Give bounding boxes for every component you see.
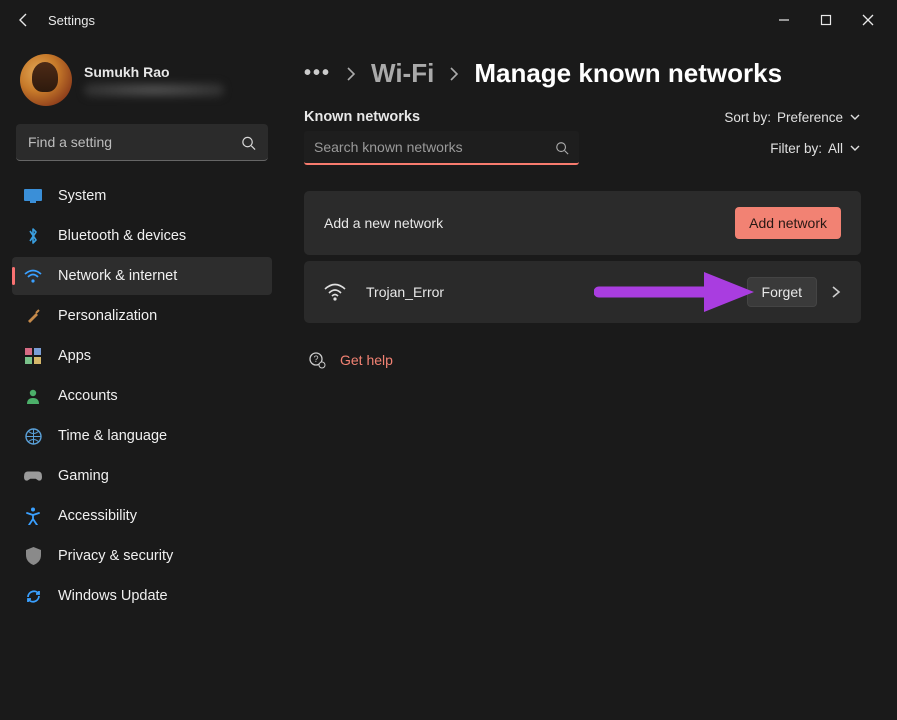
minimize-icon (778, 14, 790, 26)
title-bar: Settings (0, 0, 897, 40)
brush-icon (24, 307, 42, 325)
search-icon (555, 141, 569, 155)
sidebar-item-bluetooth[interactable]: Bluetooth & devices (12, 217, 272, 255)
apps-icon (24, 347, 42, 365)
profile-block[interactable]: Sumukh Rao (12, 48, 272, 118)
wifi-icon (324, 283, 346, 301)
nav-label: Personalization (58, 308, 157, 324)
help-icon: ? (308, 351, 326, 369)
close-icon (862, 14, 874, 26)
minimize-button[interactable] (763, 4, 805, 36)
nav-label: Network & internet (58, 268, 177, 284)
sync-icon (24, 587, 42, 605)
nav-label: Windows Update (58, 588, 168, 604)
sidebar-search (16, 124, 268, 161)
nav-label: Bluetooth & devices (58, 228, 186, 244)
find-setting-input[interactable] (16, 124, 268, 161)
sidebar-item-apps[interactable]: Apps (12, 337, 272, 375)
shield-icon (24, 547, 42, 565)
chevron-down-icon (849, 112, 861, 122)
sidebar-item-gaming[interactable]: Gaming (12, 457, 272, 495)
maximize-button[interactable] (805, 4, 847, 36)
sort-by-label: Sort by: (724, 110, 771, 125)
arrow-left-icon (16, 12, 32, 28)
help-row: ? Get help (304, 351, 861, 369)
sidebar-item-system[interactable]: System (12, 177, 272, 215)
nav-label: Privacy & security (58, 548, 173, 564)
expand-network-button[interactable] (831, 285, 841, 299)
window-title: Settings (48, 13, 95, 28)
annotation-arrow (594, 267, 764, 317)
filter-by-control[interactable]: Filter by: All (770, 141, 861, 156)
nav-label: Apps (58, 348, 91, 364)
maximize-icon (820, 14, 832, 26)
network-ssid: Trojan_Error (366, 284, 444, 300)
sidebar: Sumukh Rao System Bluetooth & devices Ne… (0, 40, 280, 720)
get-help-link[interactable]: Get help (340, 352, 393, 368)
sidebar-item-personalization[interactable]: Personalization (12, 297, 272, 335)
breadcrumb-ellipsis[interactable]: ••• (304, 62, 331, 85)
nav-label: Time & language (58, 428, 167, 444)
sidebar-item-accessibility[interactable]: Accessibility (12, 497, 272, 535)
profile-email-blurred (84, 83, 224, 97)
chevron-right-icon (831, 285, 841, 299)
person-icon (24, 387, 42, 405)
sidebar-item-windows-update[interactable]: Windows Update (12, 577, 272, 615)
add-network-button[interactable]: Add network (735, 207, 841, 239)
add-network-card: Add a new network Add network (304, 191, 861, 255)
chevron-down-icon (849, 143, 861, 153)
sidebar-item-accounts[interactable]: Accounts (12, 377, 272, 415)
profile-name: Sumukh Rao (84, 64, 224, 80)
sort-by-control[interactable]: Sort by: Preference (724, 110, 861, 125)
network-search-wrap (304, 131, 579, 165)
add-network-label: Add a new network (324, 215, 443, 231)
svg-text:?: ? (313, 354, 318, 364)
breadcrumb: ••• Wi-Fi Manage known networks (304, 58, 861, 89)
gamepad-icon (24, 467, 42, 485)
nav-label: System (58, 188, 106, 204)
nav-label: Accessibility (58, 508, 137, 524)
search-icon (241, 135, 256, 150)
globe-icon (24, 427, 42, 445)
back-button[interactable] (8, 4, 40, 36)
search-known-networks-input[interactable] (304, 131, 579, 165)
sort-by-value: Preference (777, 110, 843, 125)
sidebar-item-privacy[interactable]: Privacy & security (12, 537, 272, 575)
close-button[interactable] (847, 4, 889, 36)
chevron-right-icon (448, 66, 460, 82)
wifi-icon (24, 267, 42, 285)
nav-label: Gaming (58, 468, 109, 484)
avatar (20, 54, 72, 106)
sidebar-item-time-language[interactable]: Time & language (12, 417, 272, 455)
breadcrumb-current: Manage known networks (474, 58, 782, 89)
accessibility-icon (24, 507, 42, 525)
forget-button[interactable]: Forget (747, 277, 817, 307)
chevron-right-icon (345, 66, 357, 82)
known-networks-heading: Known networks (304, 109, 420, 125)
nav-list: System Bluetooth & devices Network & int… (12, 175, 272, 617)
main-pane: ••• Wi-Fi Manage known networks Known ne… (280, 40, 897, 720)
display-icon (24, 187, 42, 205)
sidebar-item-network[interactable]: Network & internet (12, 257, 272, 295)
filter-by-label: Filter by: (770, 141, 822, 156)
filter-by-value: All (828, 141, 843, 156)
nav-label: Accounts (58, 388, 118, 404)
network-row[interactable]: Trojan_Error Forget (304, 261, 861, 323)
breadcrumb-wifi[interactable]: Wi-Fi (371, 58, 434, 89)
bluetooth-icon (24, 227, 42, 245)
